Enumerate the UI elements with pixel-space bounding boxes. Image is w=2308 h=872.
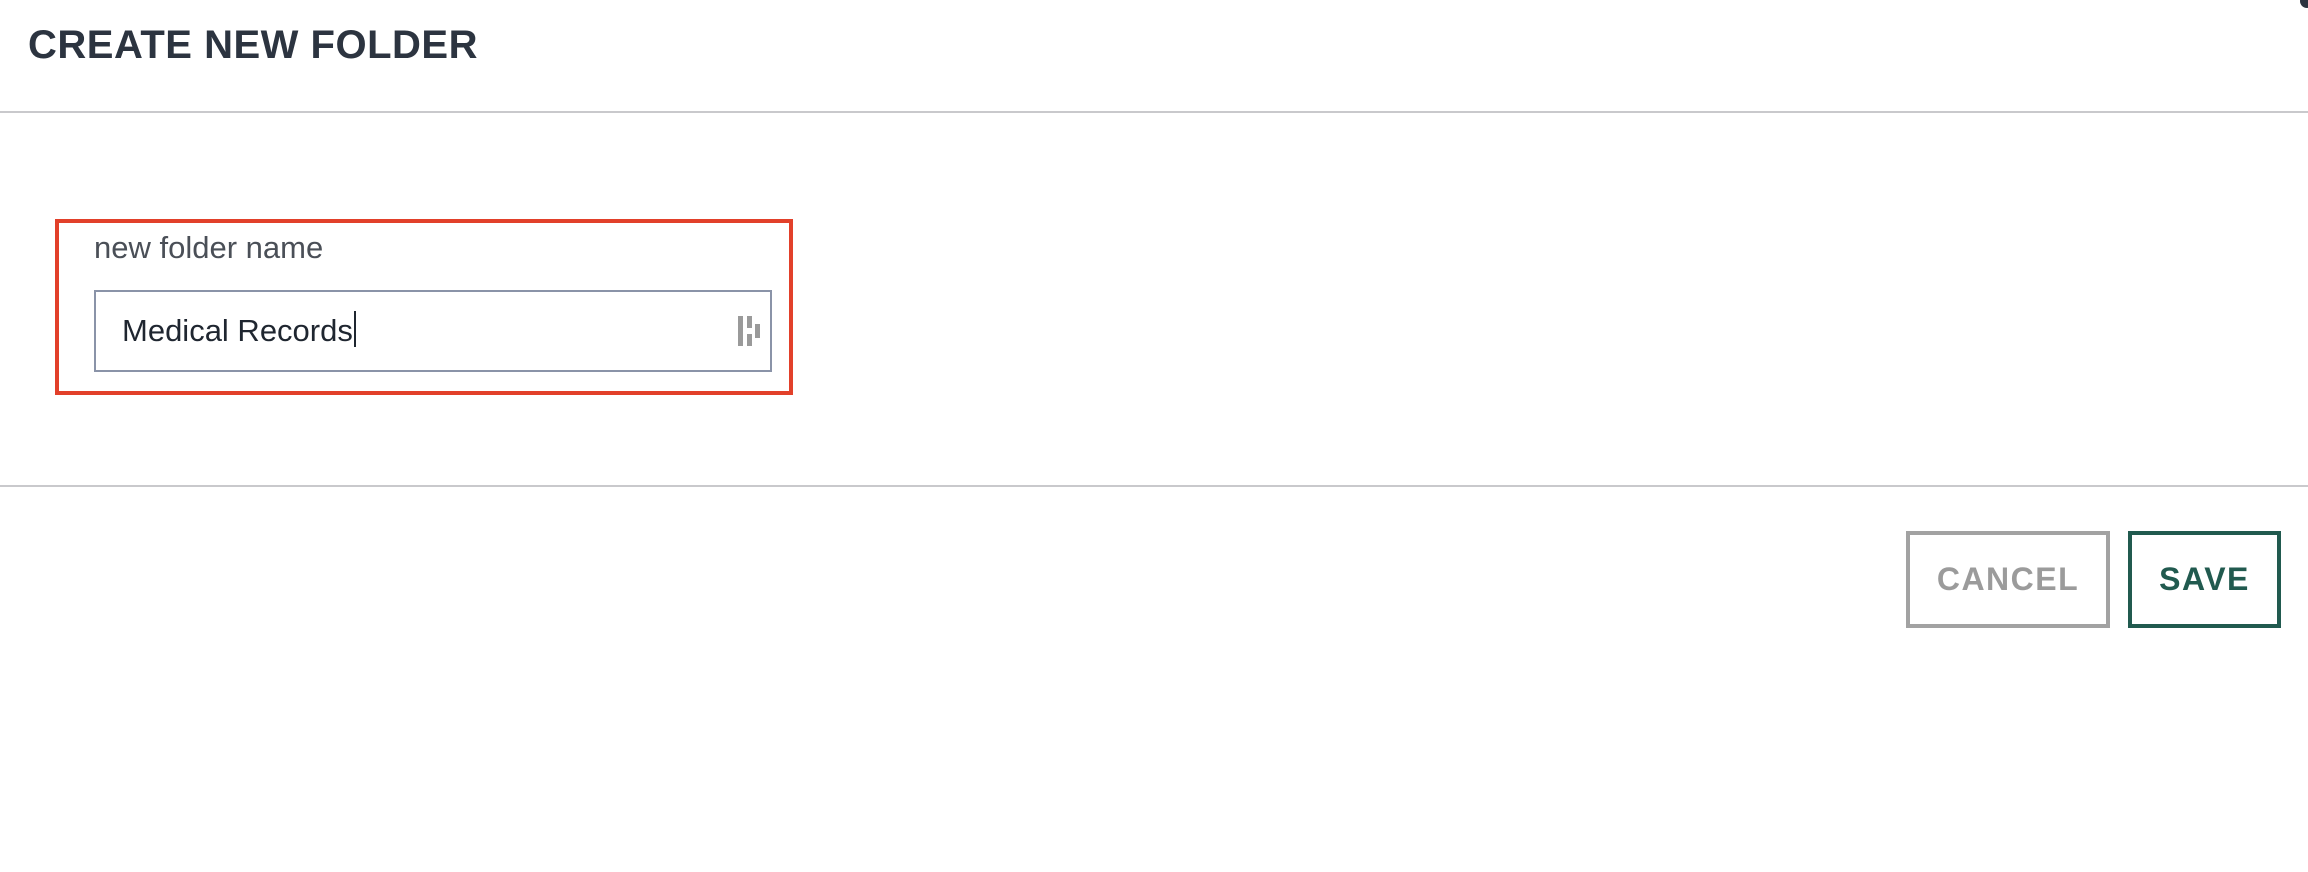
create-folder-dialog: CREATE NEW FOLDER new folder name Medica…: [0, 0, 2308, 872]
folder-name-value-text: Medical Records: [122, 313, 353, 348]
dialog-body: new folder name Medical Records: [0, 113, 2308, 487]
folder-name-input-value[interactable]: Medical Records: [122, 310, 356, 352]
folder-name-field-group: new folder name Medical Records: [55, 219, 793, 395]
cancel-button[interactable]: CANCEL: [1906, 531, 2110, 628]
save-button[interactable]: SAVE: [2128, 531, 2281, 628]
folder-name-input[interactable]: Medical Records: [94, 290, 772, 372]
dialog-header: CREATE NEW FOLDER: [0, 0, 2308, 113]
text-caret: [353, 311, 356, 347]
password-manager-icon[interactable]: [736, 314, 762, 348]
password-manager-icon-svg: [738, 316, 760, 346]
dialog-footer: CANCEL SAVE: [0, 487, 2308, 872]
dialog-title: CREATE NEW FOLDER: [28, 23, 478, 67]
folder-name-label: new folder name: [94, 230, 324, 265]
corner-decoration: [2300, 0, 2308, 8]
